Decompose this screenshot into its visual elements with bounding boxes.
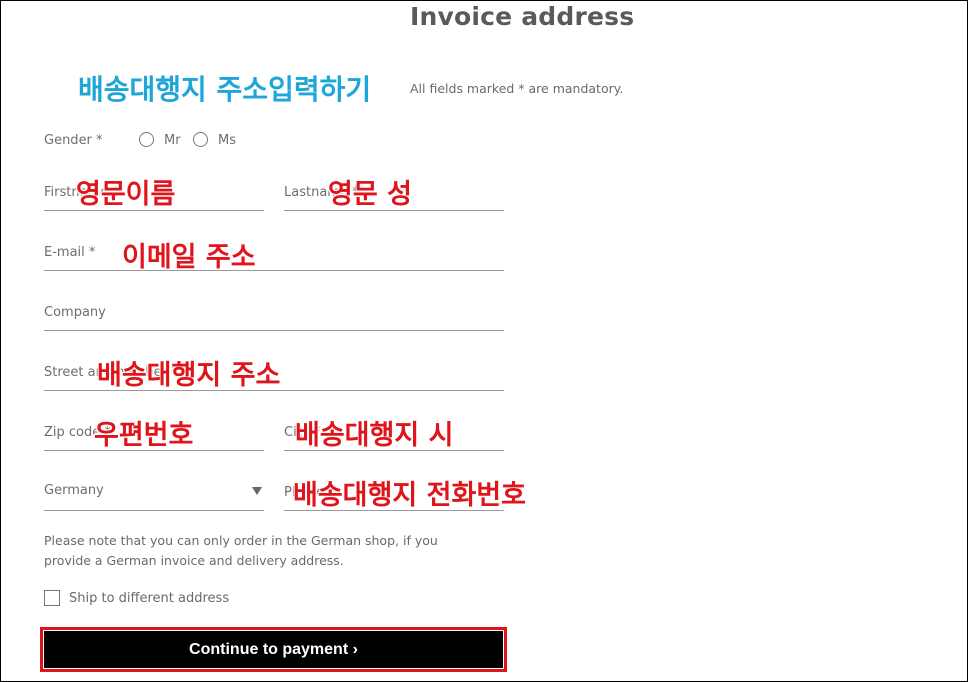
annotation-email: 이메일 주소 (122, 242, 256, 273)
continue-to-payment-button[interactable]: Continue to payment › (44, 631, 503, 668)
german-shop-note: Please note that you can only order in t… (44, 533, 438, 568)
gender-label: Gender * (44, 133, 103, 148)
mandatory-note: All fields marked * are mandatory. (410, 81, 624, 96)
email-input[interactable] (44, 235, 504, 270)
company-field[interactable] (44, 295, 504, 331)
country-value: Germany (44, 483, 104, 498)
radio-ms-label: Ms (218, 133, 236, 148)
annotation-lastname: 영문 성 (328, 179, 412, 210)
country-select[interactable]: Germany (44, 475, 264, 511)
page-title: Invoice address (410, 2, 635, 31)
annotation-firstname: 영문이름 (76, 179, 176, 210)
ship-different-checkbox[interactable] (44, 590, 60, 606)
chevron-down-icon (252, 487, 262, 495)
ship-different-label: Ship to different address (69, 591, 230, 606)
email-field[interactable] (44, 235, 504, 271)
annotation-city: 배송대행지 시 (295, 420, 454, 451)
annotation-heading: 배송대행지 주소입력하기 (78, 73, 372, 106)
radio-mr-label: Mr (164, 133, 181, 148)
radio-mr[interactable] (139, 132, 154, 147)
company-input[interactable] (44, 295, 504, 330)
annotation-zip: 우편번호 (94, 420, 194, 451)
annotation-phone: 배송대행지 전화번호 (293, 480, 526, 511)
radio-ms[interactable] (193, 132, 208, 147)
annotation-street: 배송대행지 주소 (97, 360, 281, 391)
